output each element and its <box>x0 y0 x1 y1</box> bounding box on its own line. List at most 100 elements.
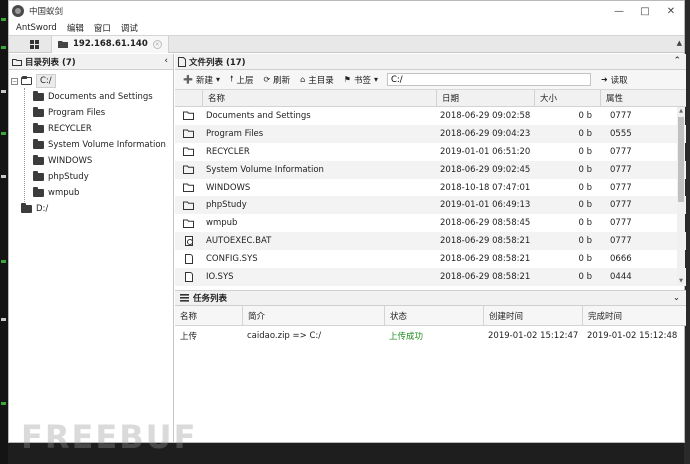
folder-icon <box>33 187 44 197</box>
home-dir-label: 主目录 <box>308 75 334 86</box>
up-level-button[interactable]: 🠕 上层 <box>226 72 257 87</box>
file-row[interactable]: WINDOWS 2018-10-18 07:47:01 0 b 0777 <box>175 179 686 197</box>
file-date: 2019-01-01 06:49:13 <box>440 200 531 211</box>
file-row[interactable]: IO.SYS 2018-06-29 08:58:21 0 b 0444 <box>175 268 686 286</box>
menu-antsword[interactable]: AntSword <box>11 23 62 33</box>
menu-window[interactable]: 窗口 <box>89 22 116 34</box>
maximize-button[interactable]: □ <box>632 6 658 17</box>
antsword-logo-icon <box>12 5 24 17</box>
file-date: 2018-06-29 08:58:21 <box>440 236 531 247</box>
refresh-icon: ⟳ <box>263 75 271 84</box>
file-attr: 0444 <box>610 271 632 282</box>
tree-item-folder[interactable]: Program Files <box>9 105 173 121</box>
grid-home-icon[interactable] <box>23 37 45 51</box>
collapse-left-icon[interactable]: ‹ <box>164 56 168 66</box>
file-attr: 0666 <box>610 254 632 265</box>
folder-icon <box>33 155 44 165</box>
file-row[interactable]: AUTOEXEC.BAT 2018-06-29 08:58:21 0 b 0777 <box>175 232 686 251</box>
read-button[interactable]: ➜ 读取 <box>597 72 632 87</box>
tree-item-folder[interactable]: phpStudy <box>9 169 173 185</box>
tree-item-folder[interactable]: RECYCLER <box>9 121 173 137</box>
file-panel-header: 文件列表 (17) ⌃ <box>175 54 686 70</box>
tree-item-folder[interactable]: System Volume Information <box>9 137 173 153</box>
folder-icon <box>175 183 202 192</box>
tab-shell-session[interactable]: 192.168.61.140 × <box>51 35 169 53</box>
new-button[interactable]: ➕ 新建 ▾ <box>179 72 224 87</box>
file-row[interactable]: CONFIG.SYS 2018-06-29 08:58:21 0 b 0666 <box>175 250 686 268</box>
task-column-status[interactable]: 状态 <box>384 306 483 325</box>
directory-panel-header: 目录列表 (7) ‹ <box>9 54 173 70</box>
bookmark-button[interactable]: ⚑ 书签 ▾ <box>340 72 382 87</box>
terminal-background <box>0 0 8 464</box>
file-attr: 0777 <box>610 182 632 193</box>
file-rows: Documents and Settings 2018-06-29 09:02:5… <box>175 107 686 286</box>
tree-item-folder[interactable]: Documents and Settings <box>9 89 173 105</box>
file-name: Program Files <box>206 128 264 139</box>
tree-item-folder[interactable]: WINDOWS <box>9 153 173 169</box>
scroll-up-icon[interactable]: ▲ <box>677 108 685 114</box>
column-name[interactable]: 名称 <box>202 90 436 106</box>
folder-icon <box>33 91 44 101</box>
collapse-toggle-icon[interactable]: − <box>11 77 18 85</box>
freebuf-watermark: FREEBUF <box>21 418 198 456</box>
tree-item-label: phpStudy <box>48 172 89 182</box>
collapse-up-icon[interactable]: ⌃ <box>673 56 681 66</box>
file-grid-scrollbar[interactable]: ▲ ▼ <box>677 107 685 285</box>
column-size[interactable]: 大小 <box>534 90 600 106</box>
file-name: RECYCLER <box>206 146 250 157</box>
workspace: 目录列表 (7) ‹ − C:/ Documents and Settings … <box>9 54 686 443</box>
tree-item-label: System Volume Information <box>48 140 166 150</box>
folder-icon <box>33 107 44 117</box>
path-input[interactable] <box>386 73 591 86</box>
file-row[interactable]: phpStudy 2019-01-01 06:49:13 0 b 0777 <box>175 196 686 215</box>
file-name: System Volume Information <box>206 164 324 175</box>
file-row[interactable]: wmpub 2018-06-29 08:58:45 0 b 0777 <box>175 214 686 232</box>
task-column-desc[interactable]: 简介 <box>242 306 384 325</box>
file-grid: 名称 日期 大小 属性 Documents and Settings 2018-0… <box>175 90 686 290</box>
close-button[interactable]: ✕ <box>658 6 684 17</box>
tab-scroll-up-icon[interactable]: ▲ <box>677 39 682 47</box>
column-attr[interactable]: 属性 <box>600 90 676 106</box>
task-column-finished[interactable]: 完成时间 <box>582 306 684 325</box>
tree-item-drive-d[interactable]: D:/ <box>9 201 173 217</box>
file-date: 2018-10-18 07:47:01 <box>440 182 531 193</box>
home-dir-button[interactable]: ⌂ 主目录 <box>296 72 338 87</box>
menu-debug[interactable]: 调试 <box>116 22 143 34</box>
collapse-down-icon[interactable]: ⌄ <box>673 293 680 303</box>
file-icon <box>175 271 202 282</box>
tab-bar: 192.168.61.140 × ▲ <box>9 35 684 53</box>
tree-item-folder[interactable]: wmpub <box>9 185 173 201</box>
window-title: 中国蚁剑 <box>29 7 64 17</box>
tree-item-drive-c[interactable]: − C:/ <box>9 73 173 89</box>
home-icon: ⌂ <box>300 75 306 84</box>
tree-item-label: wmpub <box>48 188 80 198</box>
minimize-button[interactable]: — <box>606 6 632 17</box>
file-row[interactable]: Program Files 2018-06-29 09:04:23 0 b 0555 <box>175 124 686 143</box>
file-row[interactable]: Documents and Settings 2018-06-29 09:02:5… <box>175 107 686 125</box>
antsword-window: 中国蚁剑 — □ ✕ AntSword 编辑 窗口 调试 192.168.61.… <box>8 0 686 443</box>
task-column-name[interactable]: 名称 <box>175 306 242 325</box>
column-date[interactable]: 日期 <box>436 90 534 106</box>
file-row[interactable]: RECYCLER 2019-01-01 06:51:20 0 b 0777 <box>175 143 686 161</box>
file-name: AUTOEXEC.BAT <box>206 236 272 247</box>
file-row[interactable]: System Volume Information 2018-06-29 09:0… <box>175 160 686 179</box>
folder-outline-icon <box>12 58 22 66</box>
file-grid-header: 名称 日期 大小 属性 <box>175 90 686 107</box>
folder-open-icon <box>21 76 32 85</box>
task-row[interactable]: 上传 caidao.zip => C:/ 上传成功 2019-01-02 15:… <box>175 326 686 346</box>
file-icon <box>175 254 202 265</box>
task-status: 上传成功 <box>389 332 424 342</box>
scrollbar-thumb[interactable] <box>678 117 684 202</box>
folder-icon <box>33 171 44 181</box>
tree-item-label: C:/ <box>36 74 56 88</box>
scroll-down-icon[interactable]: ▼ <box>677 278 685 284</box>
menu-edit[interactable]: 编辑 <box>62 22 89 34</box>
task-column-created[interactable]: 创建时间 <box>483 306 582 325</box>
directory-panel-title: 目录列表 (7) <box>25 57 76 68</box>
tab-close-icon[interactable]: × <box>152 39 162 49</box>
file-size: 0 b <box>578 164 592 175</box>
folder-icon <box>175 129 202 139</box>
tree-item-label: Documents and Settings <box>48 92 153 102</box>
tree-item-label: WINDOWS <box>48 156 93 166</box>
refresh-button[interactable]: ⟳ 刷新 <box>259 72 294 87</box>
